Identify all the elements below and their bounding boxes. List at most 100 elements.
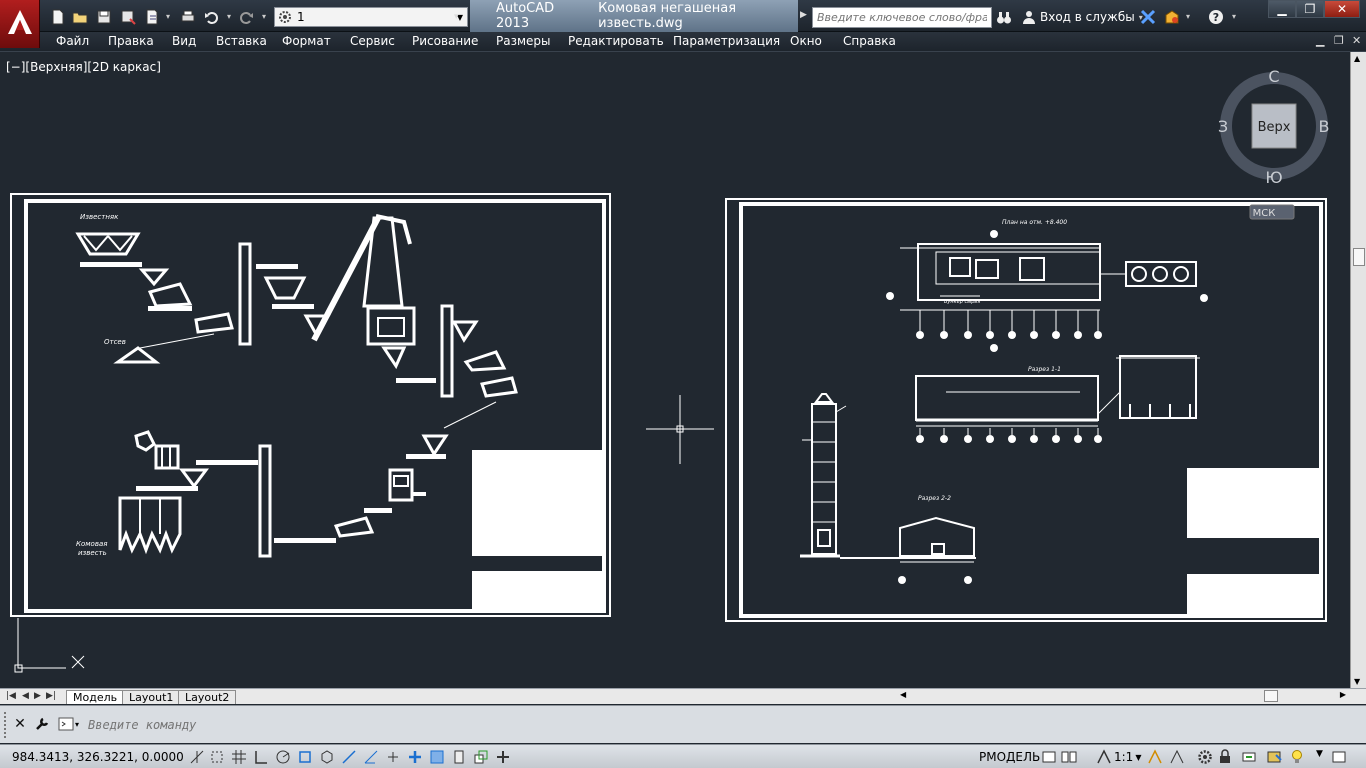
- viewcube-east[interactable]: В: [1319, 117, 1330, 136]
- viewcube-south[interactable]: Ю: [1265, 168, 1282, 187]
- status-bar: 984.3413, 326.3221, 0.0000 РМОДЕЛЬ 1:1 ▼…: [0, 744, 1366, 768]
- undo-dropdown-icon[interactable]: ▾: [227, 12, 231, 21]
- maximize-button[interactable]: ❐: [1296, 0, 1324, 18]
- help-button[interactable]: ?: [1208, 8, 1224, 26]
- ortho-toggle[interactable]: [252, 748, 270, 766]
- snap-mode-toggle[interactable]: [208, 748, 226, 766]
- redo-button[interactable]: [238, 8, 254, 26]
- menu-draw[interactable]: Рисование: [412, 34, 478, 48]
- annotation-monitor-toggle[interactable]: [494, 748, 512, 766]
- command-grip[interactable]: [4, 712, 8, 738]
- selection-cycling-toggle[interactable]: [472, 748, 490, 766]
- save-as-button[interactable]: [120, 8, 136, 26]
- command-settings-button[interactable]: [34, 716, 50, 732]
- first-tab-icon[interactable]: |◀: [6, 691, 16, 701]
- menu-format[interactable]: Формат: [282, 34, 331, 48]
- menu-parametric[interactable]: Параметризация: [673, 34, 780, 48]
- application-menu-button[interactable]: [0, 0, 40, 48]
- scroll-up-icon[interactable]: ▲: [1354, 54, 1360, 63]
- menu-dimension[interactable]: Размеры: [496, 34, 551, 48]
- scroll-left-icon[interactable]: ◀: [900, 690, 906, 699]
- menu-file[interactable]: Файл: [56, 34, 89, 48]
- last-tab-icon[interactable]: ▶|: [46, 691, 56, 701]
- isolate-objects-button[interactable]: [1266, 748, 1284, 766]
- 3d-osnap-toggle[interactable]: [318, 748, 336, 766]
- annotation-scale-button[interactable]: 1:1 ▼: [1096, 748, 1141, 766]
- workspace-switching-button[interactable]: [1196, 748, 1214, 766]
- undo-button[interactable]: [204, 8, 220, 26]
- polar-tracking-toggle[interactable]: [274, 748, 292, 766]
- hardware-acceleration-button[interactable]: [1240, 748, 1258, 766]
- help-dropdown-icon[interactable]: ▾: [1232, 12, 1236, 21]
- viewcube-face[interactable]: Верх: [1258, 120, 1291, 135]
- doc-restore-button[interactable]: ❐: [1334, 34, 1344, 47]
- doc-close-button[interactable]: ✕: [1352, 34, 1361, 47]
- sign-in-button[interactable]: Вход в службы ▾: [1022, 8, 1143, 26]
- communication-center-button[interactable]: [1164, 8, 1180, 26]
- quick-view-drawings-button[interactable]: [1060, 748, 1078, 766]
- auto-scale-toggle[interactable]: [1168, 748, 1186, 766]
- prev-tab-icon[interactable]: ◀: [22, 691, 29, 701]
- recent-commands-button[interactable]: ▾: [58, 716, 84, 732]
- scroll-down-icon[interactable]: ▼: [1354, 677, 1360, 686]
- menu-modify[interactable]: Редактировать: [568, 34, 664, 48]
- menu-window[interactable]: Окно: [790, 34, 822, 48]
- viewcube-west[interactable]: З: [1218, 117, 1228, 136]
- annotation-visibility-toggle[interactable]: [1146, 748, 1164, 766]
- clean-screen-button[interactable]: [1330, 748, 1348, 766]
- viewcube[interactable]: Верх С Ю В З МСК: [1218, 67, 1330, 220]
- command-input[interactable]: [84, 715, 1354, 735]
- binoculars-search-button[interactable]: [996, 8, 1012, 26]
- redo-dropdown-icon[interactable]: ▾: [262, 12, 266, 21]
- lock-ui-button[interactable]: [1216, 748, 1234, 766]
- search-expand-icon[interactable]: ▶: [800, 10, 810, 24]
- minimize-button[interactable]: ▁: [1268, 0, 1296, 18]
- publish-button[interactable]: [144, 8, 160, 26]
- drawing-canvas[interactable]: Известняк Отсев Комовая известь План на …: [0, 52, 1350, 688]
- menu-edit[interactable]: Правка: [108, 34, 154, 48]
- publish-dropdown-icon[interactable]: ▾: [166, 12, 170, 21]
- model-space-toggle[interactable]: РМОДЕЛЬ: [976, 748, 1043, 766]
- ucs-label[interactable]: МСК: [1253, 208, 1276, 219]
- plot-button[interactable]: [180, 8, 196, 26]
- close-button[interactable]: ✕: [1324, 0, 1360, 18]
- menu-view[interactable]: Вид: [172, 34, 196, 48]
- quick-view-layouts-button[interactable]: [1040, 748, 1058, 766]
- menu-tools[interactable]: Сервис: [350, 34, 395, 48]
- menu-help[interactable]: Справка: [843, 34, 896, 48]
- lineweight-toggle[interactable]: [406, 748, 424, 766]
- vertical-scrollbar[interactable]: ▲ ▼: [1350, 52, 1366, 688]
- qat-customize-button[interactable]: ▾: [454, 8, 468, 26]
- dynamic-input-toggle[interactable]: [384, 748, 402, 766]
- infer-constraints-toggle[interactable]: [188, 748, 206, 766]
- horizontal-scroll-thumb[interactable]: [1264, 690, 1278, 702]
- save-button[interactable]: [96, 8, 112, 26]
- menu-insert[interactable]: Вставка: [216, 34, 267, 48]
- object-snap-toggle[interactable]: [296, 748, 314, 766]
- grid-toggle[interactable]: [230, 748, 248, 766]
- vertical-scroll-thumb[interactable]: [1353, 248, 1365, 266]
- horizontal-scrollbar[interactable]: ◀ ▶: [892, 689, 1350, 703]
- search-input[interactable]: [812, 7, 992, 28]
- exchange-button[interactable]: [1140, 8, 1156, 26]
- transparency-toggle[interactable]: [428, 748, 446, 766]
- clean-screen-lightbulb-button[interactable]: [1288, 748, 1306, 766]
- close-command-line-button[interactable]: ✕: [12, 716, 28, 732]
- drawing-viewport[interactable]: [−][Верхняя][2D каркас] Известняк Отсев …: [0, 52, 1366, 688]
- object-snap-tracking-toggle[interactable]: [340, 748, 358, 766]
- next-tab-icon[interactable]: ▶: [34, 691, 41, 701]
- workspace-dropdown[interactable]: 1 ▼: [274, 7, 468, 27]
- quick-properties-toggle[interactable]: [450, 748, 468, 766]
- status-bar-menu-icon[interactable]: ▼: [1316, 749, 1323, 759]
- new-file-button[interactable]: [50, 8, 66, 26]
- tab-model[interactable]: Модель: [66, 690, 125, 704]
- tab-layout1[interactable]: Layout1: [122, 690, 181, 704]
- viewcube-north[interactable]: С: [1268, 67, 1279, 86]
- tab-layout2[interactable]: Layout2: [178, 690, 237, 704]
- communication-dropdown-icon[interactable]: ▾: [1186, 12, 1190, 21]
- open-file-button[interactable]: [72, 8, 88, 26]
- scroll-right-icon[interactable]: ▶: [1340, 690, 1346, 699]
- doc-minimize-button[interactable]: ▁: [1316, 34, 1324, 47]
- dynamic-ucs-toggle[interactable]: [362, 748, 380, 766]
- cursor-coordinates[interactable]: 984.3413, 326.3221, 0.0000: [12, 750, 184, 764]
